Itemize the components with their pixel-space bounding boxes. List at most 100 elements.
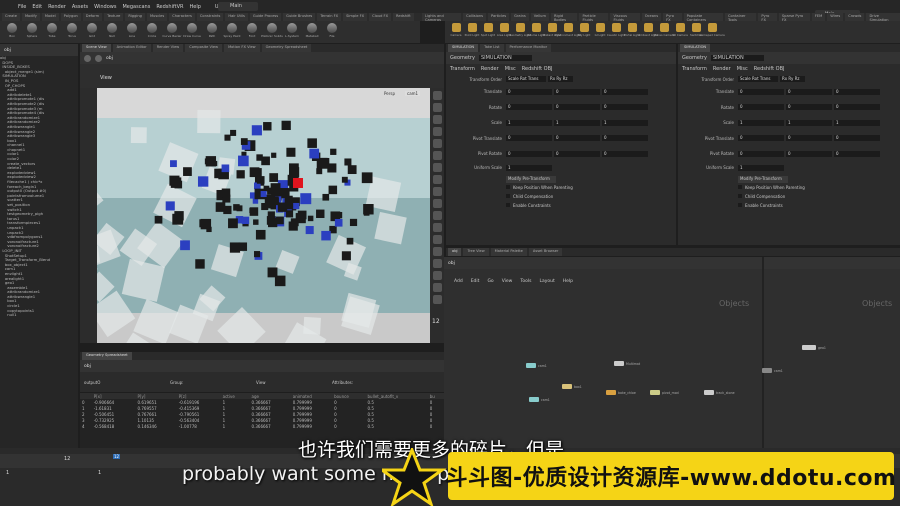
viewport-tool-icon[interactable] [432, 187, 442, 196]
network-menu-view[interactable]: View [502, 279, 513, 289]
shelf-tool-l-system[interactable]: L-System [284, 23, 300, 41]
scene-path[interactable]: obj [106, 56, 113, 61]
param-subtabs[interactable]: Transform Render Misc Redshift OBJ [678, 64, 900, 74]
shelf-tab[interactable]: Populate Containers [683, 13, 723, 22]
uniform-scale-field[interactable]: 1 [738, 164, 784, 171]
shelf-tool-switcher[interactable]: Switcher [689, 23, 703, 41]
menu-item-help[interactable]: Help [190, 4, 201, 10]
shelf-tool-path[interactable]: Path [204, 23, 220, 41]
menu-item-edit[interactable]: Edit [32, 4, 42, 10]
param-field[interactable]: 0 [786, 104, 832, 111]
shelf-tool-grid[interactable]: Grid [84, 23, 100, 41]
viewport-tool-icon[interactable] [432, 115, 442, 124]
param-field[interactable]: 0 [602, 104, 648, 111]
param-field[interactable]: 0 [506, 135, 552, 142]
param-subtabs[interactable]: Transform Render Misc Redshift OBJ [446, 64, 676, 74]
checkbox[interactable] [738, 185, 742, 189]
back-icon[interactable] [84, 54, 91, 62]
subtab[interactable]: Render [481, 66, 499, 72]
viewport-tool-icon[interactable] [432, 283, 442, 292]
param-field[interactable]: 0 [834, 88, 880, 95]
checkbox-row[interactable]: Enable Constraints [506, 201, 676, 210]
network-node[interactable] [614, 361, 624, 366]
uniform-scale-field[interactable]: 1 [506, 164, 552, 171]
shelf-tab[interactable]: Cloud FX [369, 13, 392, 21]
viewport-tool-icon[interactable] [432, 247, 442, 256]
node-name[interactable]: SIMULATION [710, 55, 764, 61]
shelf-tool-spray-paint[interactable]: Spray Paint [223, 23, 241, 41]
tab-composite-view[interactable]: Composite View [185, 44, 223, 52]
sheet-tabs[interactable]: Geometry Spreadsheet [80, 352, 444, 360]
shelf-tool-platonic-solids[interactable]: Platonic Solids [261, 23, 283, 41]
transform-order-menu[interactable]: Scale Rot Trans [738, 76, 778, 82]
shelf-tool-point-light[interactable]: Point Light [465, 23, 479, 41]
shelf-tool-volume-light[interactable]: Volume Light [527, 23, 545, 41]
viewport-tool-icon[interactable] [432, 175, 442, 184]
params-tabs-right[interactable]: SIMULATION [678, 44, 900, 52]
shelf-tab[interactable]: Particle Fluids [579, 13, 609, 22]
menu-item-megascans[interactable]: Megascans [122, 4, 150, 10]
shelf-tab[interactable]: Model [41, 13, 59, 21]
shelf-tab[interactable]: Constraints [196, 13, 224, 21]
tab-simulation-right[interactable]: SIMULATION [680, 44, 711, 52]
shelf-tool-caustic-light[interactable]: Caustic Light [607, 23, 625, 41]
viewport-tool-icon[interactable] [432, 139, 442, 148]
shelf-tab[interactable]: Rigging [125, 13, 145, 21]
shelf-tab[interactable]: Simple FX [343, 13, 368, 21]
shelf-tab[interactable]: Drive Simulation [866, 13, 900, 22]
param-field[interactable]: 0 [506, 104, 552, 111]
shelf-tool-file[interactable]: File [324, 23, 340, 41]
current-frame[interactable]: 12 [64, 456, 70, 462]
subtab[interactable]: Transform [450, 66, 475, 72]
shelf-tool-gi-light[interactable]: GI Light [593, 23, 607, 41]
shelf-tool-torus[interactable]: Torus [64, 23, 80, 41]
tree-item[interactable]: null1 [0, 313, 78, 318]
param-field[interactable]: 0 [602, 135, 648, 142]
subtab[interactable]: Render [713, 66, 731, 72]
start-frame[interactable]: 1 [6, 470, 9, 476]
param-field[interactable]: 0 [554, 88, 600, 95]
shelf-tab[interactable]: Pyro FX [663, 13, 682, 22]
shelf-tool-geometry-light[interactable]: Geometry Light [509, 23, 531, 41]
network-node[interactable] [650, 390, 660, 395]
shelf-tool-distant-light[interactable]: Distant Light [543, 23, 561, 41]
tab-tree-view[interactable]: Tree View [463, 248, 489, 256]
param-field[interactable]: 0 [786, 150, 832, 157]
param-field[interactable]: 0 [738, 104, 784, 111]
network-view[interactable]: obj Add Edit Go View Tools Layout Help Objects… [444, 257, 900, 448]
shelf-tab[interactable]: Modify [21, 13, 40, 21]
shelf-tool-line[interactable]: Line [124, 23, 140, 41]
tab-material-palette[interactable]: Material Palette [490, 248, 527, 256]
viewport-tool-icon[interactable] [432, 91, 442, 100]
forward-icon[interactable] [95, 54, 102, 62]
checkbox-row[interactable]: Child Compensation [506, 192, 676, 201]
param-field[interactable]: 1 [738, 119, 784, 126]
tab-animation-editor[interactable]: Animation Editor [112, 44, 151, 52]
shelf-tab[interactable]: FEM [811, 13, 826, 21]
scene-view-tabs[interactable]: Scene View Animation Editor Render View Com… [80, 44, 444, 52]
viewport-tool-icon[interactable] [432, 127, 442, 136]
param-field[interactable]: 0 [738, 88, 784, 95]
tab-take-list[interactable]: Take List [480, 44, 504, 52]
shelf-tab[interactable]: Create [2, 13, 20, 21]
shelf-tab[interactable]: Redshift [393, 13, 414, 21]
modify-pre-transform-menu[interactable]: Modify Pre-Transform [738, 175, 788, 183]
shelf-tab[interactable]: Viscous Fluids [610, 13, 640, 22]
viewport-tool-icon[interactable] [432, 163, 442, 172]
viewport[interactable]: Persp cam1 [97, 88, 430, 343]
menu-item-file[interactable]: File [18, 4, 26, 10]
menu-item-assets[interactable]: Assets [72, 4, 88, 10]
network-node[interactable] [529, 397, 539, 402]
camera-label[interactable]: cam1 [405, 91, 421, 96]
network-menu-go[interactable]: Go [487, 279, 493, 289]
shelf-tool-portal-light[interactable]: Portal Light [624, 23, 640, 41]
shelf-tabs-right[interactable]: Lights and Cameras Collisions Particles Gra… [420, 13, 900, 22]
param-field[interactable]: 0 [738, 150, 784, 157]
tab-scene-view[interactable]: Scene View [82, 44, 111, 52]
param-field[interactable]: 1 [506, 119, 552, 126]
shelf-tool-area-light[interactable]: Area Light [497, 23, 511, 41]
shelf-tool-box[interactable]: Box [4, 23, 20, 41]
shelf-tab[interactable]: Pyro FX [758, 13, 777, 22]
tab-simulation[interactable]: SIMULATION [448, 44, 479, 52]
range-start[interactable]: 1 [98, 470, 101, 476]
